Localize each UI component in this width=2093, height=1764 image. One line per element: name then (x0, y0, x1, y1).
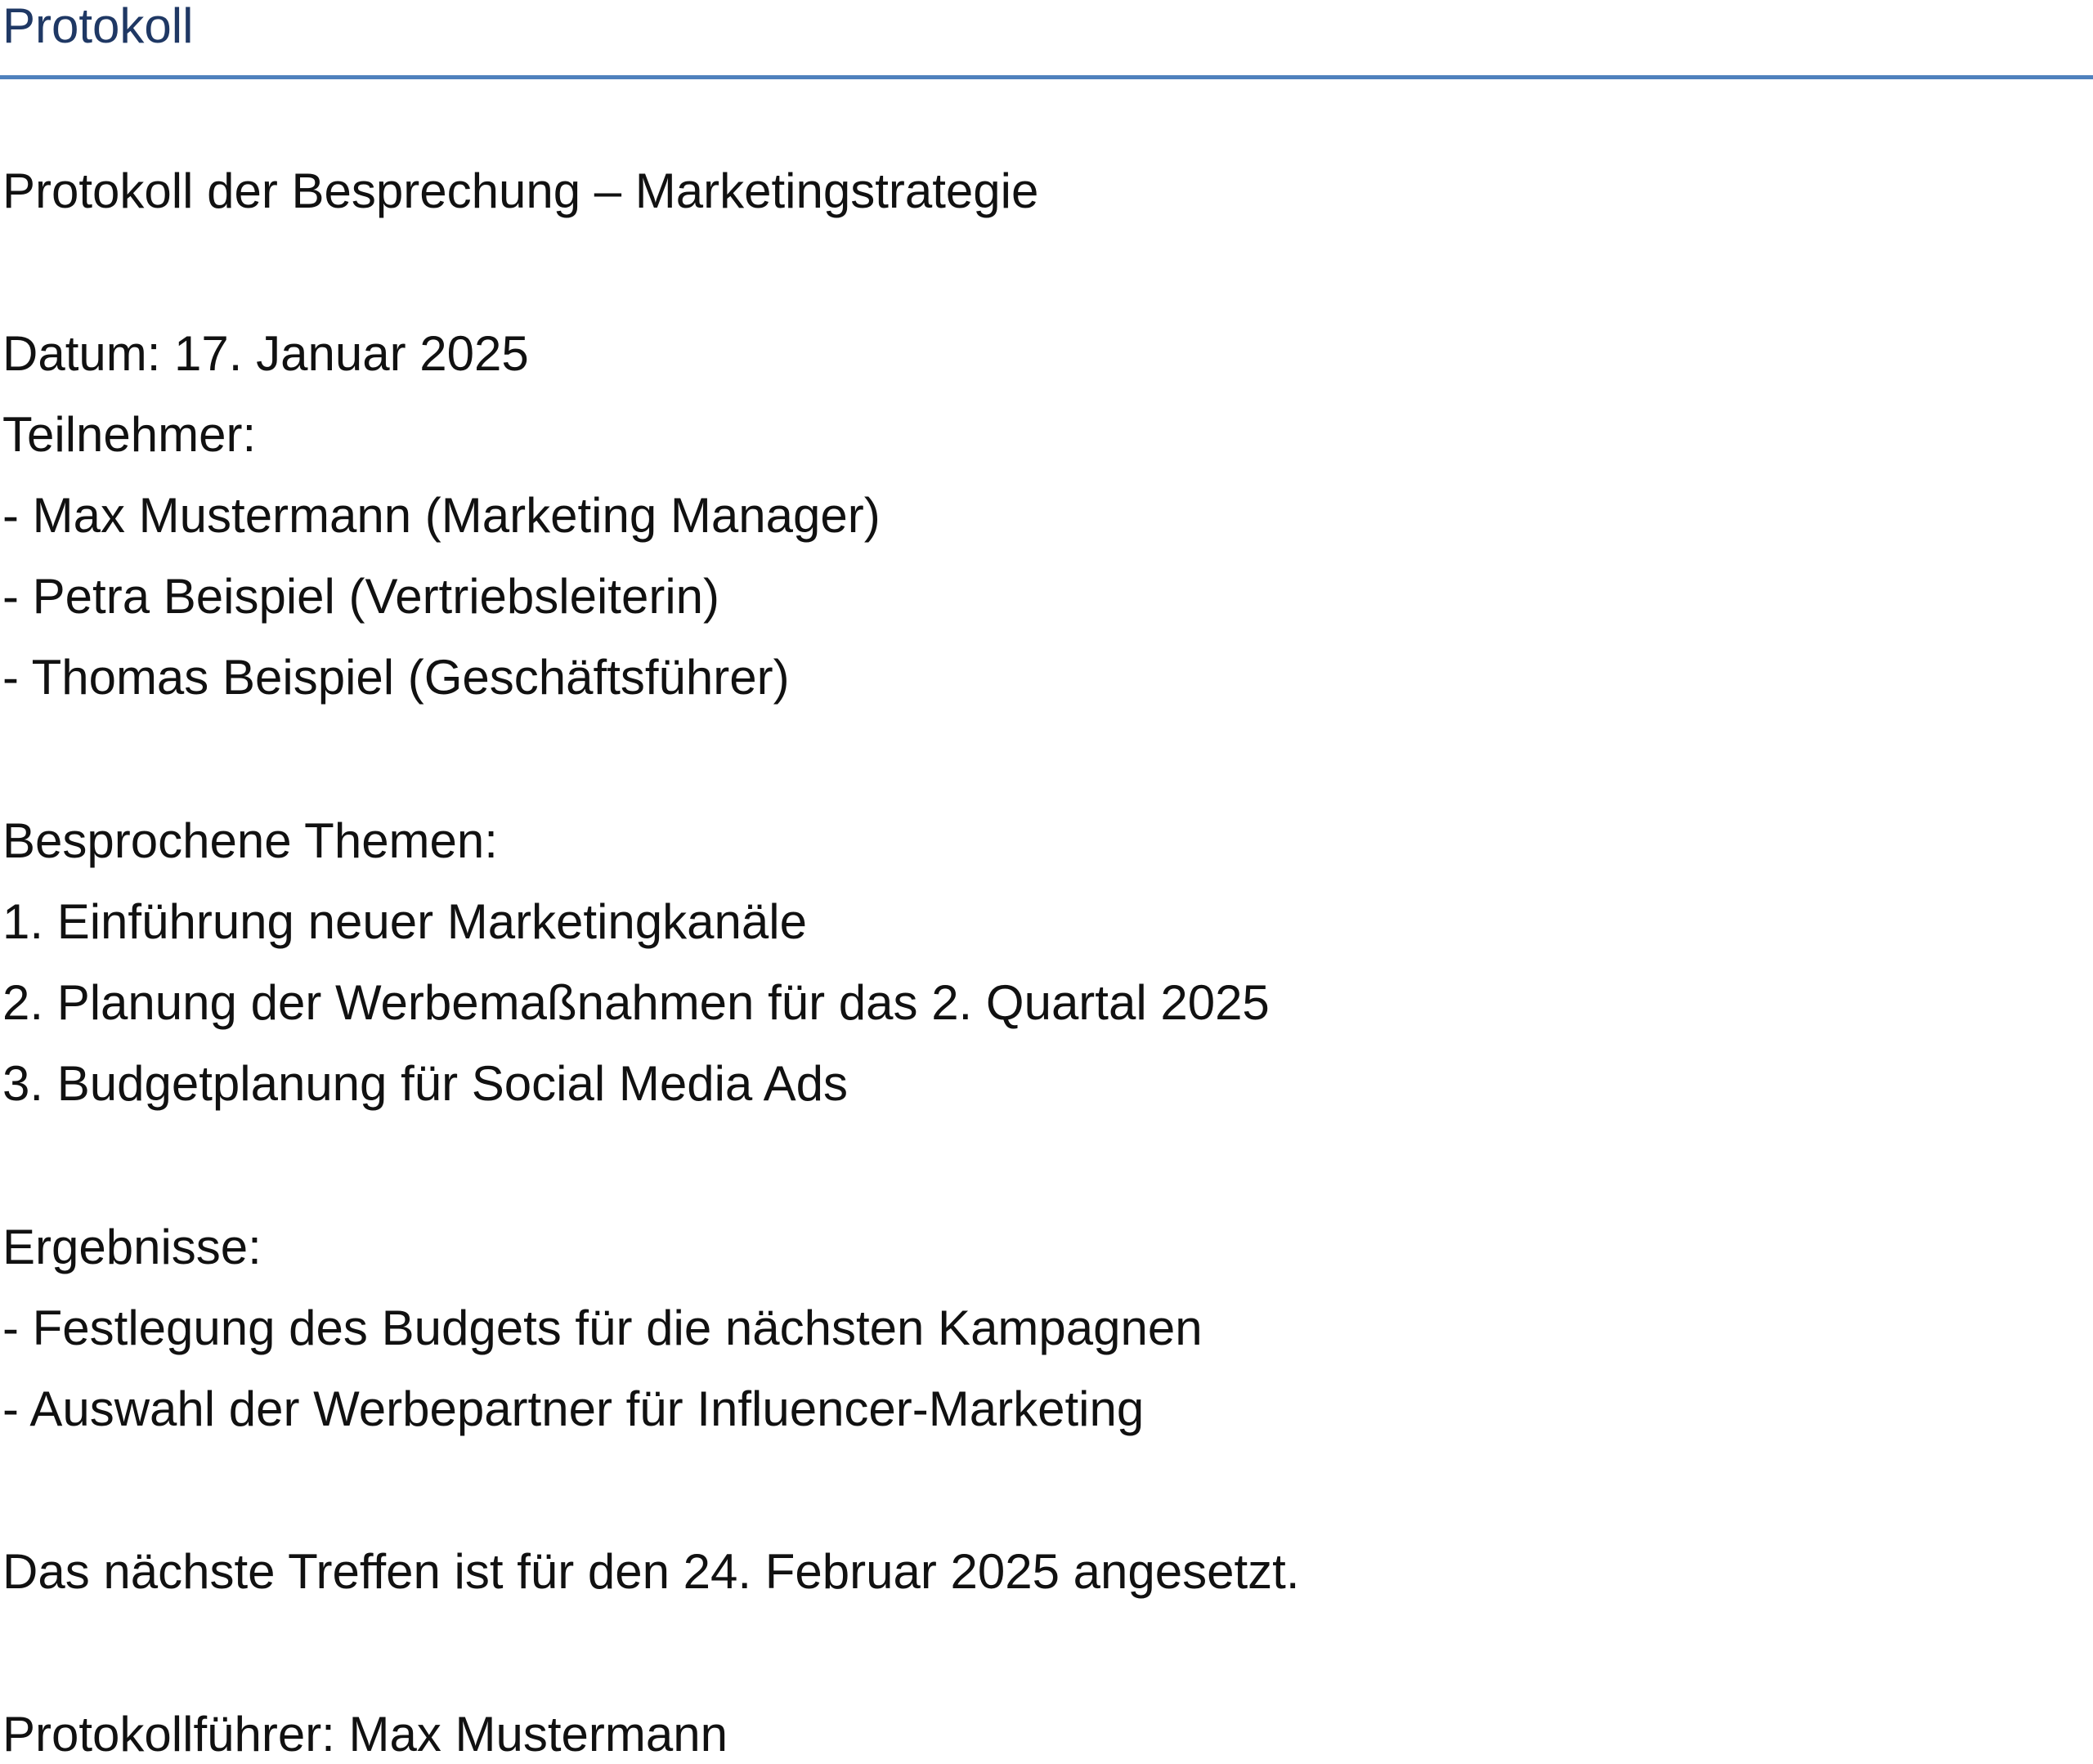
document-title: Protokoll (2, 0, 194, 53)
recorder-line: Protokollführer: Max Mustermann (2, 1707, 728, 1762)
participant-item: - Thomas Beispiel (Geschäftsführer) (2, 650, 790, 705)
topic-item: 1. Einführung neuer Marketingkanäle (2, 894, 807, 949)
document-page: Protokoll Protokoll der Besprechung – Ma… (0, 0, 2093, 1762)
title-underline (0, 75, 2093, 79)
participants-label: Teilnehmer: (2, 407, 257, 462)
result-item: - Festlegung des Budgets für die nächste… (2, 1301, 1203, 1355)
topic-item: 3. Budgetplanung für Social Media Ads (2, 1056, 849, 1111)
topic-item: 2. Planung der Werbemaßnahmen für das 2.… (2, 975, 1270, 1030)
next-meeting-note: Das nächste Treffen ist für den 24. Febr… (2, 1544, 1300, 1599)
participant-item: - Max Mustermann (Marketing Manager) (2, 488, 881, 543)
meeting-heading: Protokoll der Besprechung – Marketingstr… (2, 163, 1039, 218)
participant-item: - Petra Beispiel (Vertriebsleiterin) (2, 569, 720, 624)
result-item: - Auswahl der Werbepartner für Influence… (2, 1381, 1145, 1436)
topics-label: Besprochene Themen: (2, 813, 498, 868)
date-line: Datum: 17. Januar 2025 (2, 326, 529, 381)
results-label: Ergebnisse: (2, 1220, 262, 1274)
